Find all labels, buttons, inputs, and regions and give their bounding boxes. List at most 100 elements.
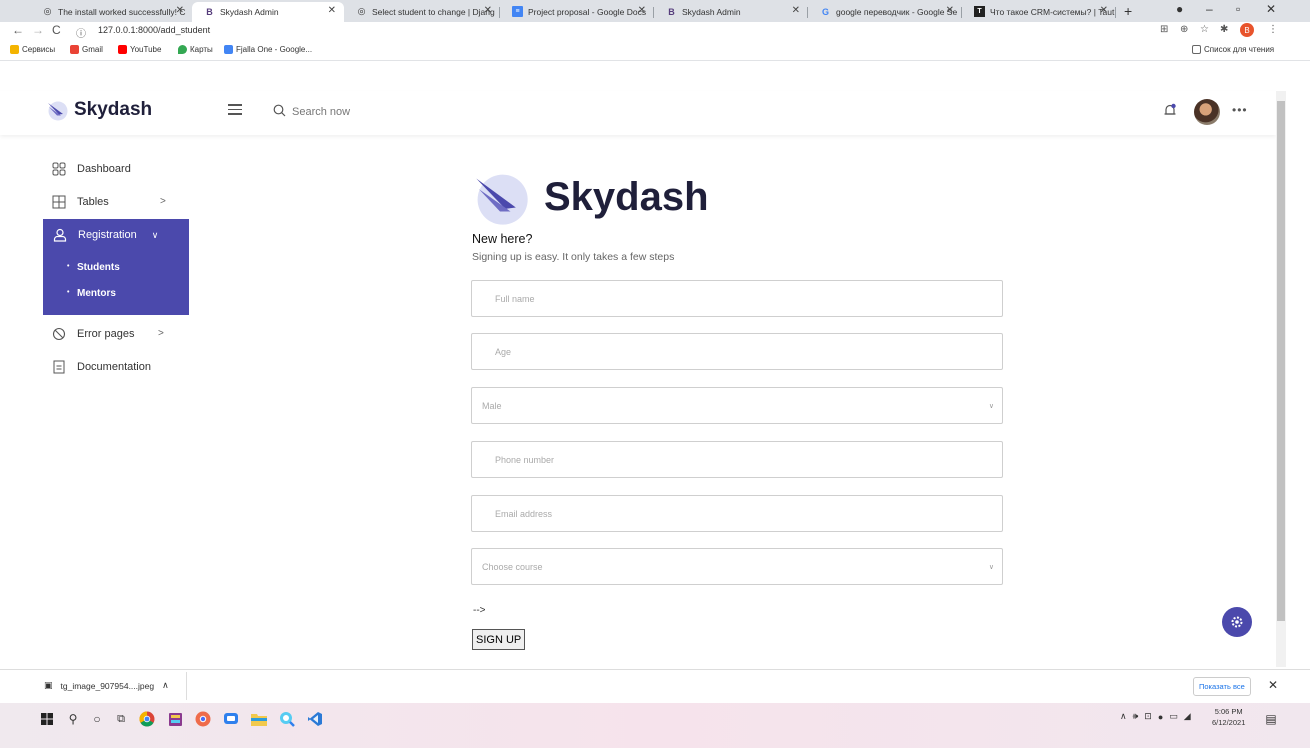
sidebar-item-tables[interactable]: Tables >	[52, 195, 166, 209]
gmail-icon	[70, 45, 79, 54]
close-icon[interactable]: ✕	[328, 5, 336, 16]
chevron-up-icon[interactable]: ∧	[1120, 711, 1127, 722]
bookmark-fjalla-one[interactable]: Fjalla One - Google...	[224, 45, 312, 54]
tab-google-translate[interactable]: G google переводчик - Google Se ✕	[808, 2, 962, 22]
tab-title: google переводчик - Google Se	[836, 7, 958, 17]
tab-skydash-admin[interactable]: B Skydash Admin ✕	[654, 2, 808, 22]
bookmark-star-icon[interactable]: ☆	[1200, 24, 1209, 35]
vscode-icon[interactable]	[306, 710, 324, 728]
bookmarks-bar: Сервисы Gmail YouTube Карты Fjalla One -…	[0, 41, 1310, 61]
close-icon[interactable]: ✕	[484, 5, 492, 16]
email-field[interactable]: Email address	[471, 495, 1003, 532]
translate-icon[interactable]: ⊞	[1160, 24, 1168, 35]
tab-title: The install worked successfully! C	[58, 7, 186, 17]
notifications-icon[interactable]: ▤	[1262, 710, 1280, 728]
registration-header[interactable]: Registration ∨	[53, 228, 158, 242]
sign-up-button[interactable]: SIGN UP	[472, 629, 526, 650]
close-icon[interactable]: ✕	[638, 5, 646, 16]
tilda-icon: T	[974, 6, 985, 17]
hamburger-menu-icon[interactable]	[228, 104, 242, 118]
bookmark-youtube[interactable]: YouTube	[118, 45, 161, 54]
bookmark-services[interactable]: Сервисы	[10, 45, 55, 54]
search-input[interactable]: Search now	[292, 106, 350, 118]
search-app-icon[interactable]	[278, 710, 296, 728]
scrollbar-thumb[interactable]	[1277, 101, 1285, 621]
reload-icon[interactable]: C	[52, 23, 61, 37]
file-explorer-icon[interactable]	[250, 710, 268, 728]
bootstrap-icon: B	[206, 6, 213, 17]
phone-number-field[interactable]: Phone number	[471, 441, 1003, 478]
chevron-right-icon: >	[160, 196, 166, 207]
more-options-icon[interactable]: •••	[1232, 103, 1248, 117]
course-select[interactable]: Choose course ∨	[471, 548, 1003, 585]
bell-icon[interactable]	[1163, 103, 1177, 118]
menu-dots-icon[interactable]: ⋮	[1268, 24, 1278, 35]
system-tray: ∧ 🕪 ⊡ ● ▭ ◢	[1120, 711, 1191, 722]
app-navbar	[0, 91, 1276, 135]
tab-select-student[interactable]: ◎ Select student to change | Djang ✕	[344, 2, 500, 22]
table-icon	[52, 195, 66, 209]
chevron-up-icon[interactable]: ∧	[162, 680, 169, 691]
windows-start-icon[interactable]	[38, 710, 56, 728]
docs-icon: ≡	[512, 6, 523, 17]
chrome-icon[interactable]	[138, 710, 156, 728]
search-icon[interactable]: ⚲	[64, 710, 82, 728]
back-icon[interactable]: ←	[12, 23, 24, 37]
gender-select[interactable]: Male ∨	[471, 387, 1003, 424]
tab-project-proposal[interactable]: ≡ Project proposal - Google Docs ✕	[500, 2, 654, 22]
restore-icon[interactable]: ▫	[1236, 2, 1240, 16]
url-field[interactable]: 127.0.0.1:8000/add_student	[98, 25, 210, 35]
avatar[interactable]	[1194, 99, 1220, 125]
navbar-logo[interactable]: Skydash	[46, 99, 152, 121]
chat-app-icon[interactable]	[222, 710, 240, 728]
microphone-icon[interactable]: ●	[1158, 712, 1163, 722]
show-all-button[interactable]: Показать все	[1193, 677, 1251, 696]
winrar-icon[interactable]	[166, 710, 184, 728]
new-tab-button[interactable]: +	[1124, 3, 1132, 19]
zoom-icon[interactable]: ⊕	[1180, 24, 1188, 35]
sidebar-item-label: Dashboard	[77, 163, 131, 175]
chrome-profile-icon[interactable]: ●	[1176, 2, 1183, 16]
sidebar-item-documentation[interactable]: Documentation	[52, 360, 151, 374]
close-icon[interactable]: ✕	[792, 5, 800, 16]
battery-icon[interactable]: ▭	[1169, 711, 1178, 722]
profile-avatar-icon[interactable]: B	[1240, 23, 1254, 37]
close-icon[interactable]: ✕	[946, 5, 954, 16]
tab-skydash-admin-active[interactable]: B Skydash Admin ✕	[192, 2, 344, 22]
sidebar-item-registration[interactable]: Registration ∨ Students Mentors	[43, 219, 189, 315]
download-item[interactable]: ▣ tg_image_907954....jpeg ∧	[44, 680, 169, 691]
age-field[interactable]: Age	[471, 333, 1003, 370]
wifi-icon[interactable]: ◢	[1184, 711, 1191, 722]
bookmark-maps[interactable]: Карты	[178, 45, 213, 54]
form-heading: New here?	[472, 232, 533, 246]
tab-title: Project proposal - Google Docs	[528, 7, 647, 17]
search-icon[interactable]	[273, 104, 286, 117]
globe-icon: ◎	[43, 6, 52, 16]
extensions-icon[interactable]: ✱	[1220, 24, 1228, 35]
settings-fab[interactable]	[1222, 607, 1252, 637]
window-close-icon[interactable]: ✕	[1266, 2, 1276, 16]
task-view-icon[interactable]: ⧉	[112, 710, 130, 728]
sidebar-subitem-students[interactable]: Students	[67, 262, 120, 273]
taskbar-clock[interactable]: 5:06 PM 6/12/2021	[1212, 706, 1245, 728]
reading-list[interactable]: Список для чтения	[1192, 45, 1274, 54]
minimize-icon[interactable]: –	[1206, 2, 1213, 16]
sidebar-subitem-mentors[interactable]: Mentors	[67, 288, 116, 299]
bookmark-gmail[interactable]: Gmail	[70, 45, 103, 54]
clock-time: 5:06 PM	[1214, 707, 1243, 716]
cortana-icon[interactable]: ○	[88, 710, 106, 728]
full-name-field[interactable]: Full name	[471, 280, 1003, 317]
close-icon[interactable]: ✕	[1268, 678, 1278, 692]
chrome-profile-taskbar-icon[interactable]	[194, 710, 212, 728]
sidebar-item-error-pages[interactable]: Error pages >	[52, 327, 164, 341]
tab-install-worked[interactable]: ◎ The install worked successfully! C ✕	[30, 2, 192, 22]
volume-icon[interactable]: 🕪	[1133, 711, 1139, 722]
network-icon[interactable]: ⊡	[1144, 711, 1152, 722]
close-icon[interactable]: ✕	[1100, 5, 1108, 16]
tab-crm[interactable]: T Что такое CRM-системы? | Taut ✕	[962, 2, 1116, 22]
info-icon[interactable]: ⓘ	[76, 25, 86, 40]
sidebar-item-dashboard[interactable]: Dashboard	[52, 162, 131, 176]
close-icon[interactable]: ✕	[176, 5, 184, 16]
forward-icon[interactable]: →	[32, 23, 44, 37]
tab-title: Skydash Admin	[682, 7, 741, 17]
